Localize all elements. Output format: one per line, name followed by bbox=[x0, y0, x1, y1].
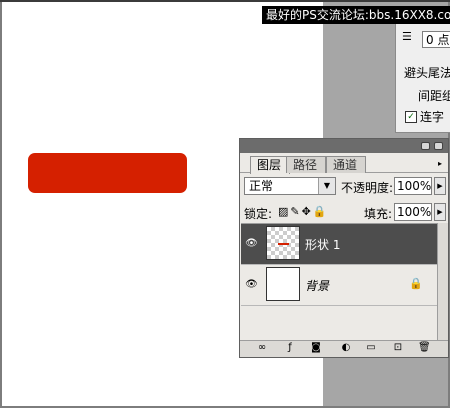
minimize-icon[interactable] bbox=[421, 142, 430, 150]
chevron-down-icon[interactable]: ▼ bbox=[318, 178, 335, 194]
opacity-slider-button[interactable]: ▶ bbox=[434, 177, 446, 195]
lock-icon: 🔒 bbox=[409, 277, 423, 290]
layer-mask-icon[interactable]: ◙ bbox=[310, 342, 322, 354]
blend-mode-value: 正常 bbox=[249, 179, 274, 193]
link-layers-icon[interactable]: ∞ bbox=[256, 342, 268, 354]
rounded-rectangle-shape[interactable] bbox=[28, 153, 187, 193]
opacity-input[interactable]: 100% bbox=[394, 177, 432, 195]
lock-label: 锁定: bbox=[244, 207, 273, 221]
layer-thumbnail bbox=[266, 267, 300, 301]
character-panel: ☰ 0 点 避头尾法 间距组 ✓ 连字 bbox=[395, 24, 450, 133]
layer-name: 形状 1 bbox=[305, 238, 341, 252]
layer-row[interactable]: 👁 背景 🔒 bbox=[241, 265, 437, 306]
ligature-checkbox[interactable]: ✓ bbox=[405, 111, 417, 123]
kinsoku-label: 避头尾法 bbox=[404, 66, 450, 80]
tab-layers[interactable]: 图层 bbox=[250, 156, 291, 174]
layer-thumbnail bbox=[266, 226, 300, 260]
new-group-icon[interactable]: ▭ bbox=[365, 342, 377, 354]
fill-slider-button[interactable]: ▶ bbox=[434, 203, 446, 221]
eye-icon[interactable]: 👁 bbox=[245, 237, 258, 250]
close-icon[interactable] bbox=[434, 142, 443, 150]
leading-input[interactable]: 0 点 bbox=[422, 31, 450, 48]
layers-bottom-bar: ∞ ƒ ◙ ◐ ▭ ⊡ 🗑 bbox=[240, 340, 448, 357]
watermark-text: 最好的PS交流论坛:bbs.16XX8.com bbox=[262, 6, 450, 24]
lock-options-icons[interactable]: ▨✎✥🔒 bbox=[278, 205, 329, 218]
ligature-label: 连字 bbox=[420, 110, 445, 124]
leading-icon: ☰ bbox=[402, 30, 412, 43]
layer-list: 👁 形状 1 👁 背景 🔒 bbox=[241, 223, 437, 342]
layer-name: 背景 bbox=[305, 279, 330, 293]
tab-channels[interactable]: 通道 bbox=[326, 156, 367, 173]
panel-tabs: 图层 路径 通道 ▸ bbox=[240, 153, 448, 174]
layer-list-scrollbar[interactable] bbox=[437, 223, 448, 341]
spacing-label: 间距组 bbox=[418, 89, 450, 103]
trash-icon[interactable]: 🗑 bbox=[418, 342, 431, 354]
opacity-label: 不透明度: bbox=[341, 181, 394, 195]
adjustment-layer-icon[interactable]: ◐ bbox=[340, 342, 352, 354]
layer-row[interactable]: 👁 形状 1 bbox=[241, 224, 437, 265]
fill-label: 填充: bbox=[364, 207, 393, 221]
tab-paths[interactable]: 路径 bbox=[286, 156, 327, 173]
new-layer-icon[interactable]: ⊡ bbox=[392, 342, 404, 354]
panel-menu-icon[interactable]: ▸ bbox=[438, 159, 442, 168]
layers-panel: 图层 路径 通道 ▸ 正常 ▼ 不透明度: 100% ▶ 锁定: ▨✎✥🔒 填充… bbox=[239, 138, 449, 358]
panel-titlebar[interactable] bbox=[240, 139, 448, 153]
fill-input[interactable]: 100% bbox=[394, 203, 432, 221]
blend-mode-select[interactable]: 正常 ▼ bbox=[244, 177, 336, 195]
layer-style-icon[interactable]: ƒ bbox=[284, 342, 296, 354]
eye-icon[interactable]: 👁 bbox=[245, 278, 258, 291]
